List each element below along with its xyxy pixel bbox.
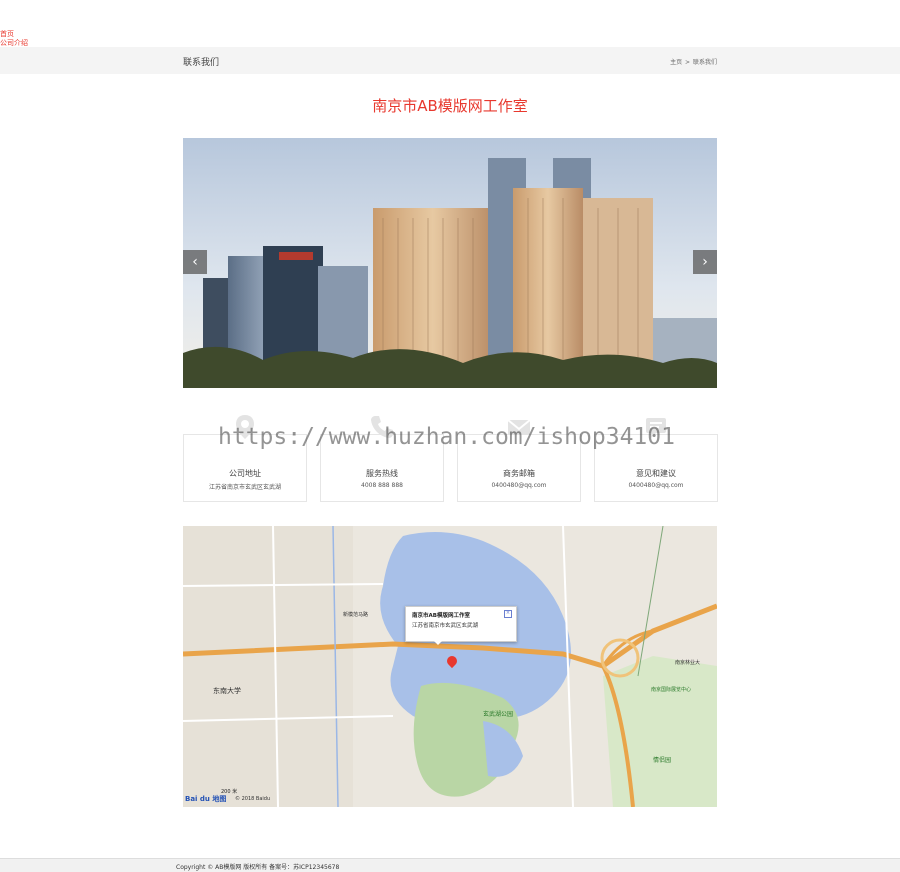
top-navigation: 首页 公司介绍 — [0, 30, 28, 48]
page-title: 联系我们 — [183, 58, 220, 68]
contact-label: 商务邮箱 — [503, 469, 535, 478]
baidu-map[interactable]: 东南大学 玄武湖公园 南京国际展览中心 南京林业大 情侣园 新模范马路 南京市A… — [183, 526, 717, 807]
carousel-next-button[interactable]: › — [693, 250, 717, 274]
breadcrumb-home-link[interactable]: 主页 — [670, 59, 682, 66]
location-pin-icon — [236, 415, 254, 439]
contact-card-address: 公司地址 江苏省南京市玄武区玄武湖 — [183, 415, 307, 502]
contact-label: 意见和建议 — [636, 469, 676, 478]
carousel-prev-button[interactable]: ‹ — [183, 250, 207, 274]
map-info-popup: 南京市AB模版网工作室 江苏省南京市玄武区玄武湖 × — [405, 606, 517, 645]
banner-building-photo — [183, 138, 717, 388]
contact-card-email: 商务邮箱 0400480@qq.com — [457, 419, 581, 502]
breadcrumb-separator: > — [685, 59, 691, 66]
map-copyright: © 2018 Baidu — [235, 796, 271, 802]
footer-copyright: Copyright © AB模版网 版权所有 备案号：苏ICP12345678 — [176, 864, 340, 871]
contact-label: 公司地址 — [229, 469, 261, 478]
contact-cards: 公司地址 江苏省南京市玄武区玄武湖 服务热线 4008 888 888 商务邮箱… — [183, 415, 718, 502]
contact-card-phone: 服务热线 4008 888 888 — [320, 416, 444, 502]
popup-address: 江苏省南京市玄武区玄武湖 — [412, 623, 479, 629]
map-label-xinmofan: 新模范马路 — [343, 611, 368, 618]
map-label-forest-univ: 南京林业大 — [675, 659, 700, 666]
map-label-university: 东南大学 — [213, 686, 241, 695]
nav-link-home[interactable]: 首页 — [0, 30, 28, 39]
contact-label: 服务热线 — [366, 469, 398, 478]
site-footer: Copyright © AB模版网 版权所有 备案号：苏ICP12345678 — [0, 858, 900, 872]
breadcrumb: 主页 > 联系我们 — [670, 57, 717, 66]
contact-value: 江苏省南京市玄武区玄武湖 — [208, 484, 281, 491]
popup-title: 南京市AB模版网工作室 — [412, 613, 470, 619]
message-icon — [646, 418, 666, 438]
contact-value: 0400480@qq.com — [491, 482, 547, 489]
contact-card-feedback: 意见和建议 0400480@qq.com — [594, 418, 718, 502]
breadcrumb-current: 联系我们 — [692, 59, 717, 66]
page-header-bar: 联系我们 主页 > 联系我们 — [0, 47, 900, 74]
mail-icon — [507, 419, 531, 435]
baidu-logo: Bai du 地图 — [185, 795, 227, 803]
map-scale: 200 米 — [221, 789, 238, 795]
company-name-heading: 南京市AB模版网工作室 — [372, 97, 528, 115]
popup-close-button[interactable]: × — [504, 610, 512, 618]
banner-carousel: ‹ › — [183, 138, 717, 388]
contact-value: 0400480@qq.com — [628, 482, 684, 489]
map-label-love-garden: 情侣园 — [653, 756, 671, 764]
map-label-center: 南京国际展览中心 — [651, 686, 691, 693]
phone-icon — [371, 416, 393, 438]
map-label-park: 玄武湖公园 — [483, 710, 513, 718]
contact-value: 4008 888 888 — [361, 482, 403, 489]
